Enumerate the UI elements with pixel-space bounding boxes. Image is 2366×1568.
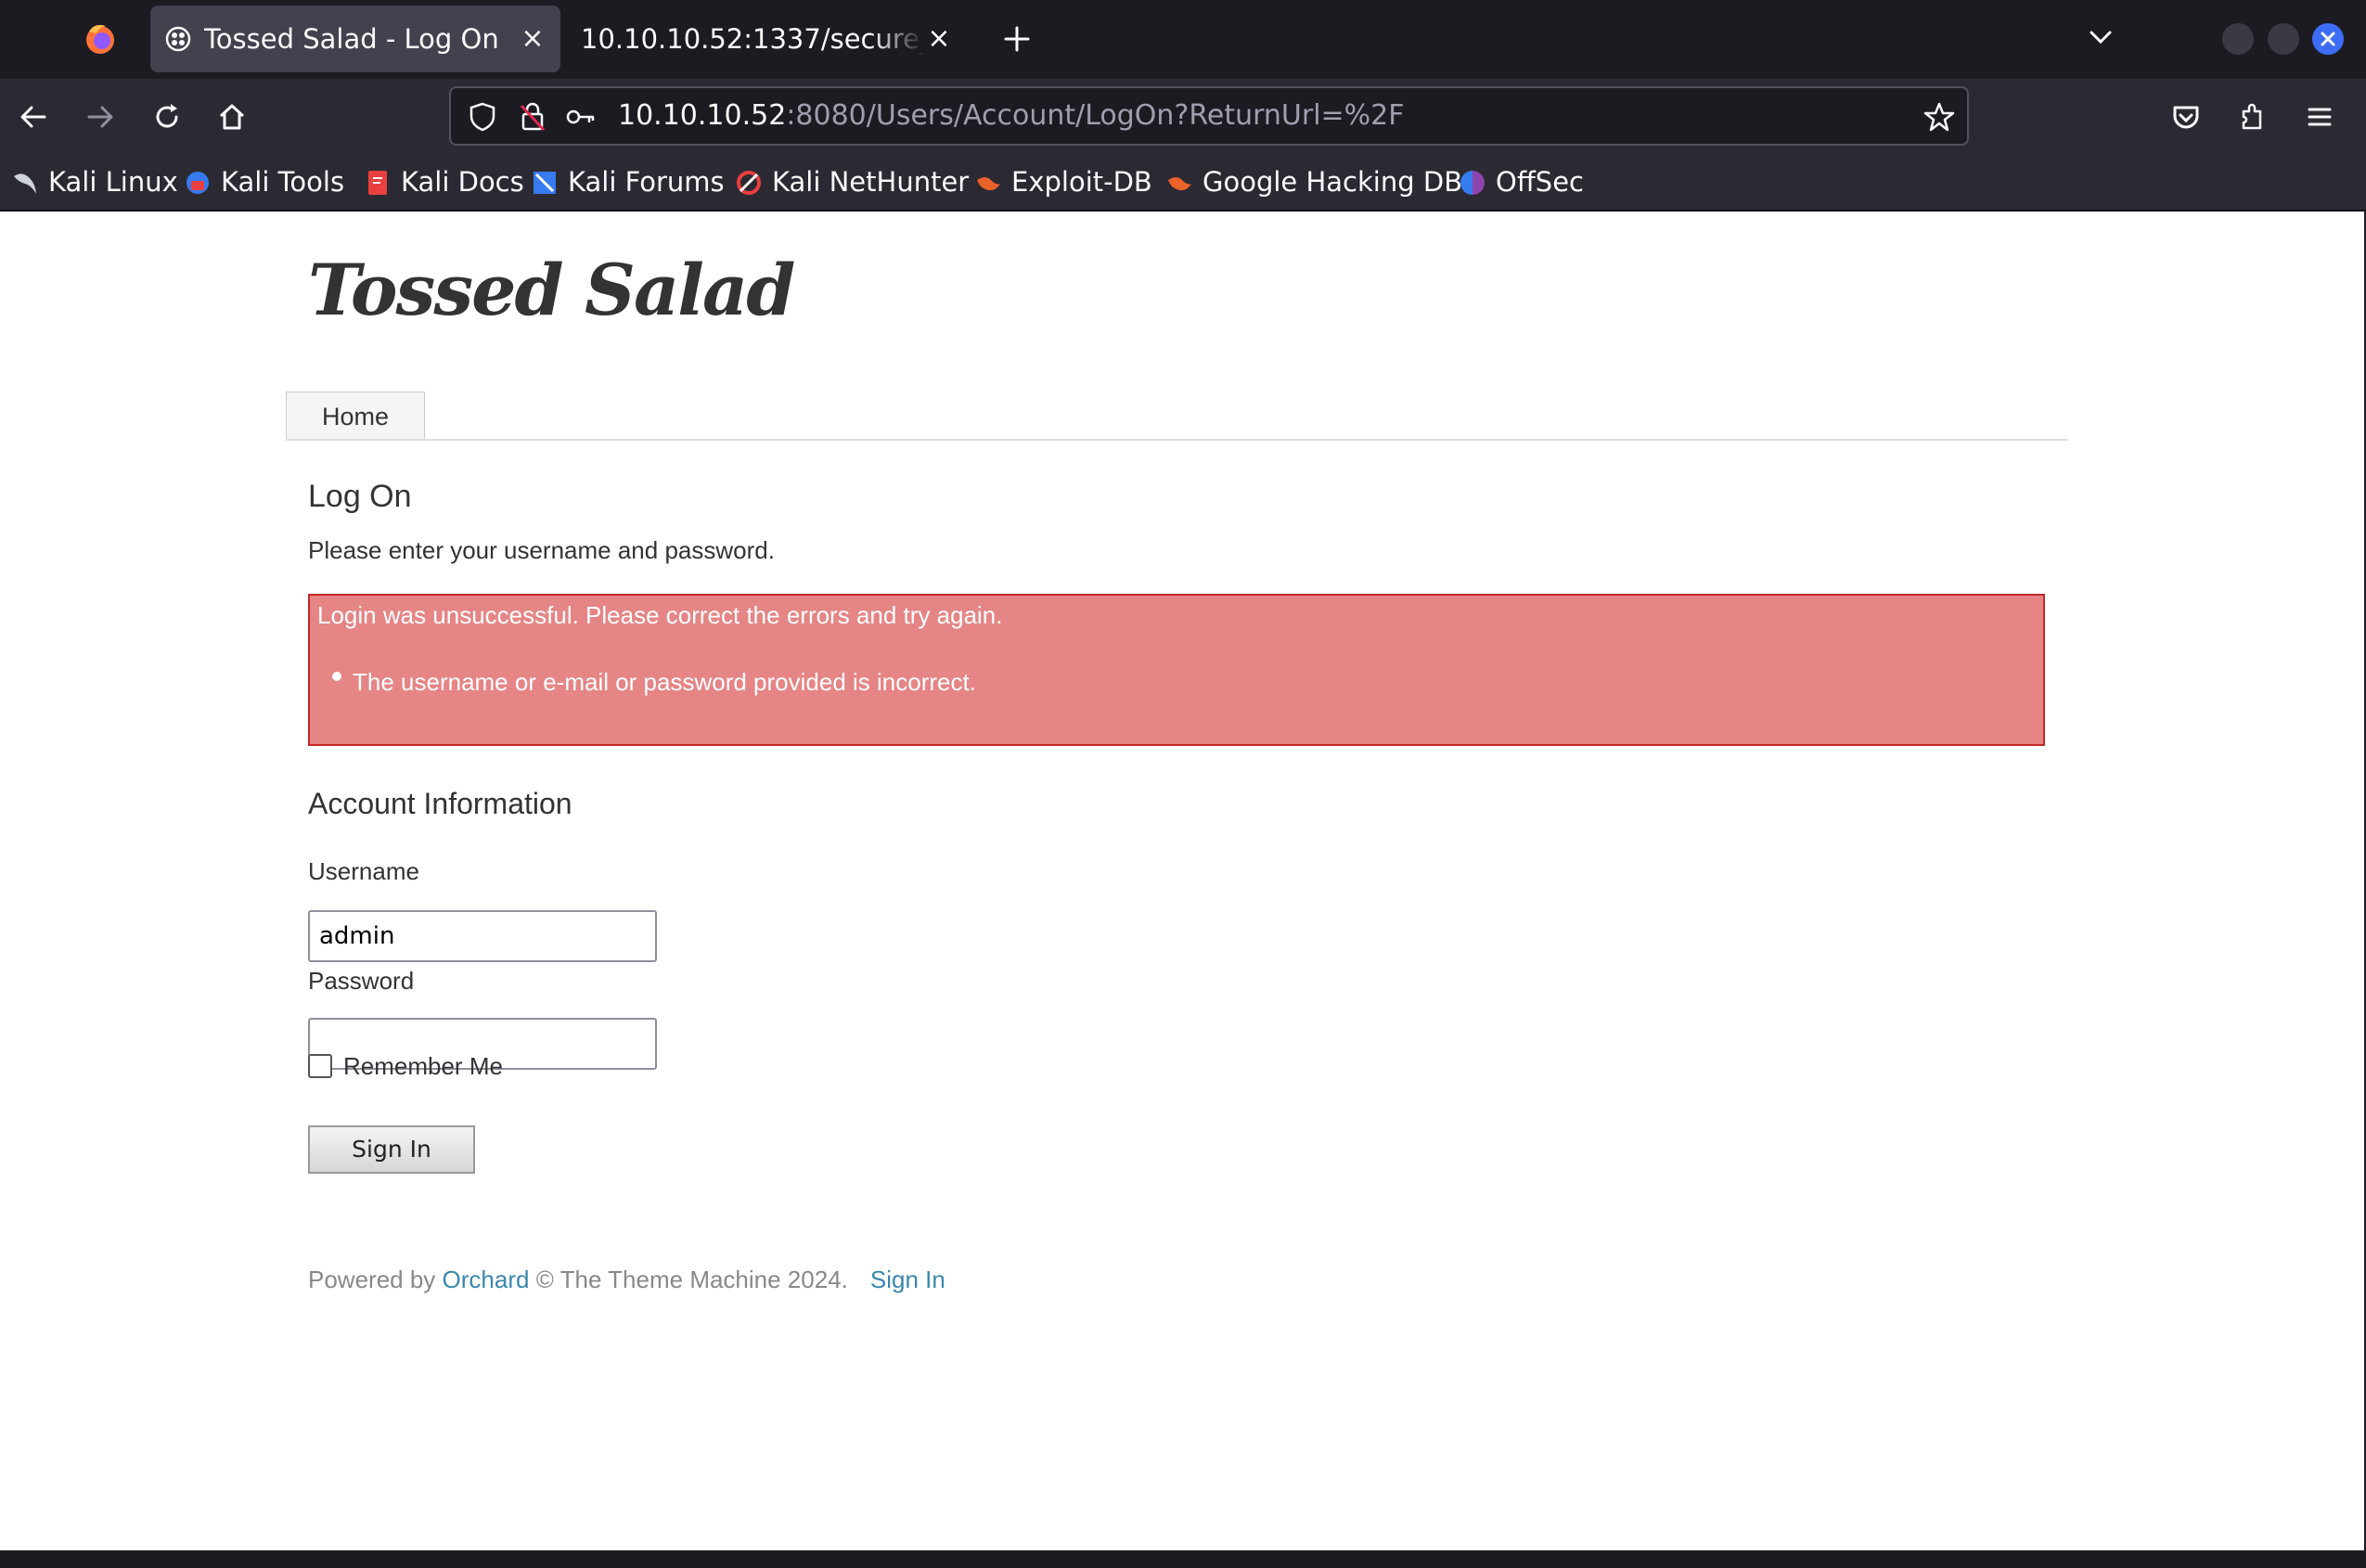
window-close-button[interactable] [2312, 23, 2344, 55]
bookmark-google-hacking-db[interactable]: Google Hacking DB [1165, 155, 1462, 210]
bookmark-label: OffSec [1496, 166, 1585, 198]
bookmark-label: Kali Docs [401, 166, 524, 198]
web-page: Tossed Salad Home Log On Please enter yo… [0, 212, 2364, 1550]
back-arrow-icon[interactable] [15, 98, 52, 135]
bookmarks-toolbar: Kali Linux Kali Tools Kali Docs Kali For… [0, 155, 2366, 211]
tab-strip: Tossed Salad - Log On × 10.10.10.52:1337… [0, 0, 2366, 79]
url-host: 10.10.10.52 [618, 99, 787, 132]
bookmark-kali-linux[interactable]: Kali Linux [11, 155, 178, 210]
password-label: Password [308, 967, 415, 995]
google-hacking-db-icon [1168, 177, 1191, 191]
url-path: :8080/Users/Account/LogOn?ReturnUrl=%2F [786, 99, 1405, 132]
sign-in-button[interactable]: Sign In [308, 1125, 475, 1174]
bookmark-label: Exploit-DB [1011, 166, 1152, 198]
orchard-favicon-icon [165, 26, 191, 52]
reload-icon[interactable] [148, 98, 186, 135]
bookmark-kali-tools[interactable]: Kali Tools [184, 155, 344, 210]
login-instructions: Please enter your username and password. [308, 536, 775, 564]
bookmark-exploit-db[interactable]: Exploit-DB [974, 155, 1152, 210]
key-icon[interactable] [564, 100, 598, 134]
minimize-button[interactable] [2222, 23, 2254, 55]
bookmark-label: Kali NetHunter [772, 166, 970, 198]
pocket-icon[interactable] [2167, 98, 2205, 135]
bookmark-label: Google Hacking DB [1202, 166, 1463, 198]
bookmark-star-icon[interactable] [1922, 100, 1956, 134]
shield-icon[interactable] [466, 100, 499, 134]
page-heading: Log On [308, 479, 412, 514]
username-input[interactable]: admin [308, 910, 657, 962]
kali-dragon-icon [14, 174, 36, 194]
bookmark-kali-docs[interactable]: Kali Docs [364, 155, 524, 210]
bookmark-offsec[interactable]: OffSec [1459, 155, 1584, 210]
site-title[interactable]: Tossed Salad [308, 249, 795, 331]
username-label: Username [308, 857, 419, 885]
account-info-heading: Account Information [308, 787, 572, 820]
kali-forums-icon [534, 172, 556, 194]
nethunter-icon [737, 171, 761, 195]
insecure-lock-icon[interactable] [516, 100, 549, 134]
window-bottom-edge [0, 1550, 2366, 1568]
extensions-icon[interactable] [2234, 98, 2271, 135]
chevron-down-icon[interactable] [2084, 20, 2117, 54]
bookmark-label: Kali Tools [221, 166, 345, 198]
nav-home-link[interactable]: Home [286, 392, 425, 440]
tab-tossed-salad[interactable]: Tossed Salad - Log On × [150, 6, 560, 72]
maximize-button[interactable] [2268, 23, 2299, 55]
navigation-toolbar: 10.10.10.52:8080/Users/Account/LogOn?Ret… [0, 79, 2366, 155]
orchard-link[interactable]: Orchard [443, 1266, 530, 1293]
close-icon [2321, 32, 2335, 46]
remember-me-label[interactable]: Remember Me [343, 1052, 503, 1081]
bookmark-label: Kali Linux [48, 166, 178, 198]
close-tab-icon[interactable]: × [518, 24, 547, 54]
bookmark-label: Kali Forums [568, 166, 725, 198]
error-item: The username or e-mail or password provi… [353, 668, 976, 696]
kali-tools-icon [186, 172, 209, 194]
tab-title: 10.10.10.52:1337/secure_notes [581, 23, 924, 55]
bookmark-kali-forums[interactable]: Kali Forums [531, 155, 725, 210]
bookmark-kali-nethunter[interactable]: Kali NetHunter [735, 155, 969, 210]
url-text[interactable]: 10.10.10.52:8080/Users/Account/LogOn?Ret… [618, 88, 1405, 144]
firefox-icon[interactable] [82, 20, 119, 58]
address-bar[interactable]: 10.10.10.52:8080/Users/Account/LogOn?Ret… [449, 86, 1969, 146]
copyright-text: © The Theme Machine 2024. [535, 1266, 848, 1293]
exploit-db-icon [977, 177, 1000, 191]
tab-title: Tossed Salad - Log On [204, 23, 499, 55]
tab-secure-notes[interactable]: 10.10.10.52:1337/secure_notes × [568, 6, 967, 72]
footer-sign-in-link[interactable]: Sign In [870, 1266, 945, 1293]
powered-by-text: Powered by [308, 1266, 436, 1293]
forward-arrow-icon[interactable] [82, 98, 119, 135]
home-icon[interactable] [213, 98, 251, 135]
kali-docs-icon [368, 171, 387, 195]
page-footer: Powered by Orchard © The Theme Machine 2… [308, 1266, 945, 1294]
offsec-icon [1460, 171, 1485, 195]
error-summary-text: Login was unsuccessful. Please correct t… [317, 601, 1003, 629]
remember-me-checkbox[interactable] [308, 1054, 332, 1078]
validation-summary: Login was unsuccessful. Please correct t… [308, 594, 2045, 746]
close-tab-icon[interactable]: × [924, 24, 954, 54]
nav-divider [286, 439, 2067, 441]
hamburger-menu-icon[interactable] [2301, 98, 2338, 135]
bullet-icon [332, 672, 341, 681]
new-tab-icon[interactable] [998, 20, 1035, 58]
